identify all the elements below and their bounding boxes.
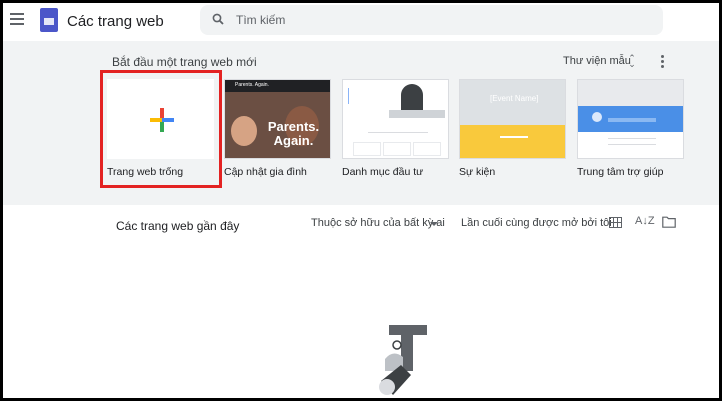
app-title[interactable]: Các trang web	[67, 13, 164, 30]
family-template-thumbnail[interactable]: Parents. Again. Parents. Again.	[224, 79, 331, 159]
more-options-icon[interactable]	[661, 55, 665, 69]
template-label: Trung tâm trợ giúp	[577, 166, 664, 178]
template-help-center[interactable]: Trung tâm trợ giúp	[577, 79, 684, 178]
recent-sites-title: Các trang web gần đây	[116, 219, 240, 233]
sites-home-page: Các trang web Tìm kiếm Bắt đầu một trang…	[3, 3, 719, 398]
dropdown-arrow-icon[interactable]	[430, 222, 438, 226]
template-section: Bắt đầu một trang web mới Thư viện mẫu ⌃…	[3, 41, 719, 205]
grid-view-icon[interactable]	[609, 217, 622, 228]
start-new-site-label: Bắt đầu một trang web mới	[112, 55, 257, 69]
expand-collapse-icon[interactable]: ⌃ ⌄	[627, 54, 637, 69]
thumb-header-text: Parents. Again.	[235, 82, 269, 88]
highlight-box	[100, 70, 222, 188]
template-label: Danh mục đầu tư	[342, 166, 424, 178]
template-label: Cập nhật gia đình	[224, 166, 307, 178]
empty-state-illustration	[379, 325, 427, 395]
template-portfolio[interactable]: Danh mục đầu tư	[342, 79, 449, 178]
thumb-title-text: Parents. Again.	[267, 119, 320, 148]
thumb-event-text: [Event Name]	[490, 94, 539, 103]
event-template-thumbnail[interactable]: [Event Name]	[459, 79, 566, 159]
portfolio-template-thumbnail[interactable]	[342, 79, 449, 159]
template-family-update[interactable]: Parents. Again. Parents. Again. Cập nhật…	[224, 79, 331, 178]
sort-by-button[interactable]: Lần cuối cùng được mở bởi tôi	[461, 217, 612, 229]
main-menu-icon[interactable]	[10, 13, 24, 25]
template-label: Sự kiện	[459, 166, 496, 178]
owner-filter-dropdown[interactable]: Thuộc sở hữu của bất kỳ ai	[311, 217, 445, 229]
template-gallery-button[interactable]: Thư viện mẫu	[563, 55, 631, 67]
folder-icon[interactable]	[662, 216, 676, 228]
search-bar[interactable]: Tìm kiếm	[200, 5, 663, 35]
search-icon[interactable]	[212, 13, 224, 25]
template-event[interactable]: [Event Name] Sự kiện	[459, 79, 566, 178]
sort-az-icon[interactable]: A↓Z	[635, 215, 655, 227]
top-app-bar: Các trang web Tìm kiếm	[3, 3, 719, 39]
sites-logo-icon[interactable]	[40, 8, 58, 32]
help-center-template-thumbnail[interactable]	[577, 79, 684, 159]
search-input[interactable]: Tìm kiếm	[236, 13, 285, 27]
